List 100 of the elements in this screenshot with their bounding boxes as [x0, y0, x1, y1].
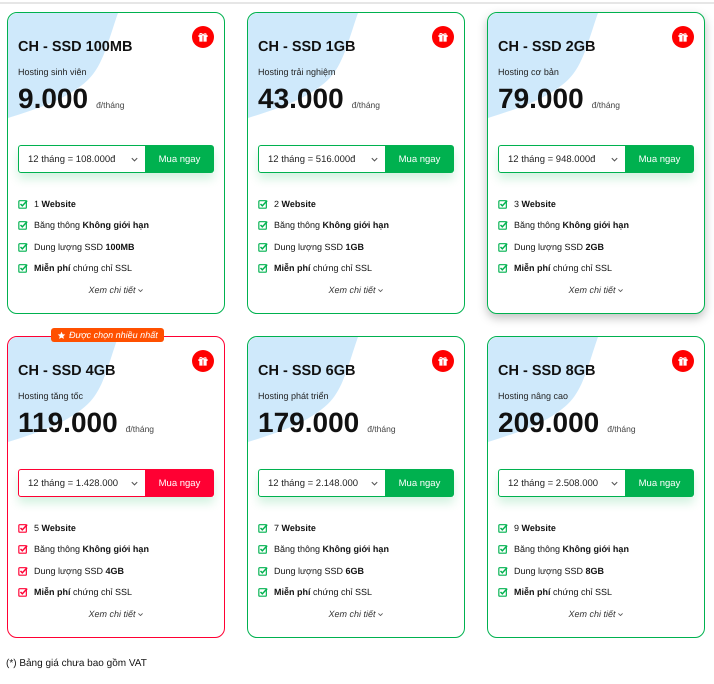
feature-text: Miễn phí chứng chỉ SSL	[274, 587, 372, 598]
feature-text: Dung lượng SSD 6GB	[274, 566, 364, 576]
checkbox-icon	[258, 263, 268, 274]
details-link[interactable]: Xem chi tiết	[328, 285, 384, 295]
plan-subtitle: Hosting cơ bản	[498, 67, 560, 77]
checkbox-icon	[258, 198, 268, 209]
details-link[interactable]: Xem chi tiết	[568, 609, 624, 619]
checkbox-icon	[18, 220, 28, 230]
feature-text: Dung lượng SSD 8GB	[514, 566, 604, 576]
feature-text: Băng thông Không giới hạn	[274, 544, 389, 554]
term-select[interactable]: 12 tháng = 2.508.000	[498, 469, 625, 497]
footnote: (*) Bảng giá chưa bao gồm VAT	[6, 658, 148, 669]
gift-icon	[432, 26, 454, 48]
feature-text: Băng thông Không giới hạn	[34, 544, 149, 554]
term-select[interactable]: 12 tháng = 108.000đ	[18, 145, 145, 173]
feature-text: 1 Website	[34, 198, 76, 209]
feature-text: 9 Website	[514, 522, 556, 533]
popular-badge: Được chọn nhiều nhất	[51, 328, 164, 342]
price: 79.000	[498, 83, 584, 115]
feature-text: Dung lượng SSD 4GB	[34, 566, 124, 576]
checkbox-icon	[498, 587, 508, 598]
price-unit: đ/tháng	[592, 100, 620, 110]
term-select[interactable]: 12 tháng = 1.428.000	[18, 469, 145, 497]
feature-text: Miễn phí chứng chỉ SSL	[34, 263, 132, 274]
plan-title: CH - SSD 4GB	[18, 363, 116, 379]
checkbox-icon	[498, 220, 508, 230]
plan-subtitle: Hosting phát triển	[258, 391, 330, 401]
feature-text: Băng thông Không giới hạn	[514, 544, 629, 554]
checkbox-icon	[258, 522, 268, 533]
feature-text: Băng thông Không giới hạn	[514, 220, 629, 230]
details-link[interactable]: Xem chi tiết	[568, 285, 624, 295]
price: 43.000	[258, 83, 344, 115]
plan-subtitle: Hosting sinh viên	[18, 67, 88, 77]
term-select[interactable]: 12 tháng = 2.148.000	[258, 469, 385, 497]
chevron-down-icon	[616, 610, 624, 618]
checkbox-icon	[498, 544, 508, 554]
feature-text: 2 Website	[274, 198, 316, 209]
price: 209.000	[498, 407, 600, 439]
term-select[interactable]: 12 tháng = 948.000đ	[498, 145, 625, 173]
gift-icon	[192, 350, 214, 372]
plan-subtitle: Hosting nâng cao	[498, 391, 570, 401]
feature-text: Miễn phí chứng chỉ SSL	[514, 587, 612, 598]
price-unit: đ/tháng	[352, 100, 380, 110]
details-link[interactable]: Xem chi tiết	[88, 609, 144, 619]
checkbox-icon	[258, 242, 268, 252]
checkbox-icon	[18, 522, 28, 533]
plan-title: CH - SSD 8GB	[498, 363, 596, 379]
term-select[interactable]: 12 tháng = 516.000đ	[258, 145, 385, 173]
checkbox-icon	[18, 544, 28, 554]
details-link[interactable]: Xem chi tiết	[328, 609, 384, 619]
gift-icon	[432, 350, 454, 372]
feature-text: Miễn phí chứng chỉ SSL	[34, 587, 132, 598]
checkbox-icon	[258, 544, 268, 554]
feature-text: Miễn phí chứng chỉ SSL	[514, 263, 612, 274]
details-link[interactable]: Xem chi tiết	[88, 285, 144, 295]
price: 119.000	[18, 407, 118, 439]
price-unit: đ/tháng	[607, 424, 636, 434]
plan-title: CH - SSD 100MB	[18, 39, 134, 55]
feature-text: Miễn phí chứng chỉ SSL	[274, 263, 372, 274]
feature-text: Băng thông Không giới hạn	[34, 220, 149, 230]
checkbox-icon	[498, 566, 508, 576]
price-unit: đ/tháng	[126, 424, 154, 434]
checkbox-icon	[18, 198, 28, 209]
chevron-down-icon	[376, 610, 384, 618]
checkbox-icon	[18, 242, 28, 252]
feature-text: Dung lượng SSD 2GB	[514, 242, 604, 252]
plan-subtitle: Hosting tăng tốc	[18, 391, 84, 401]
checkbox-icon	[258, 566, 268, 576]
price-unit: đ/tháng	[367, 424, 396, 434]
checkbox-icon	[498, 522, 508, 533]
checkbox-icon	[18, 587, 28, 598]
chevron-down-icon	[136, 610, 144, 618]
chevron-down-icon	[376, 286, 384, 294]
plan-subtitle: Hosting trải nghiệm	[258, 67, 337, 77]
buy-button[interactable]: Mua ngay	[145, 469, 214, 497]
price: 179.000	[258, 407, 360, 439]
checkbox-icon	[18, 263, 28, 274]
gift-icon	[192, 26, 214, 48]
plan-title: CH - SSD 2GB	[498, 39, 596, 55]
gift-icon	[672, 350, 694, 372]
feature-text: Dung lượng SSD 1GB	[274, 242, 364, 252]
feature-text: Dung lượng SSD 100MB	[34, 242, 134, 252]
gift-icon	[672, 26, 694, 48]
star-icon	[57, 330, 66, 340]
chevron-down-icon	[616, 286, 624, 294]
plan-title: CH - SSD 1GB	[258, 39, 356, 55]
checkbox-icon	[498, 198, 508, 209]
price: 9.000	[18, 83, 88, 115]
checkbox-icon	[258, 587, 268, 598]
checkbox-icon	[498, 242, 508, 252]
plan-title: CH - SSD 6GB	[258, 363, 356, 379]
feature-text: 3 Website	[514, 198, 556, 209]
price-unit: đ/tháng	[96, 100, 124, 110]
checkbox-icon	[258, 220, 268, 230]
chevron-down-icon	[136, 286, 144, 294]
feature-text: 5 Website	[34, 522, 76, 533]
checkbox-icon	[18, 566, 28, 576]
feature-text: 7 Website	[274, 522, 316, 533]
checkbox-icon	[498, 263, 508, 274]
feature-text: Băng thông Không giới hạn	[274, 220, 389, 230]
